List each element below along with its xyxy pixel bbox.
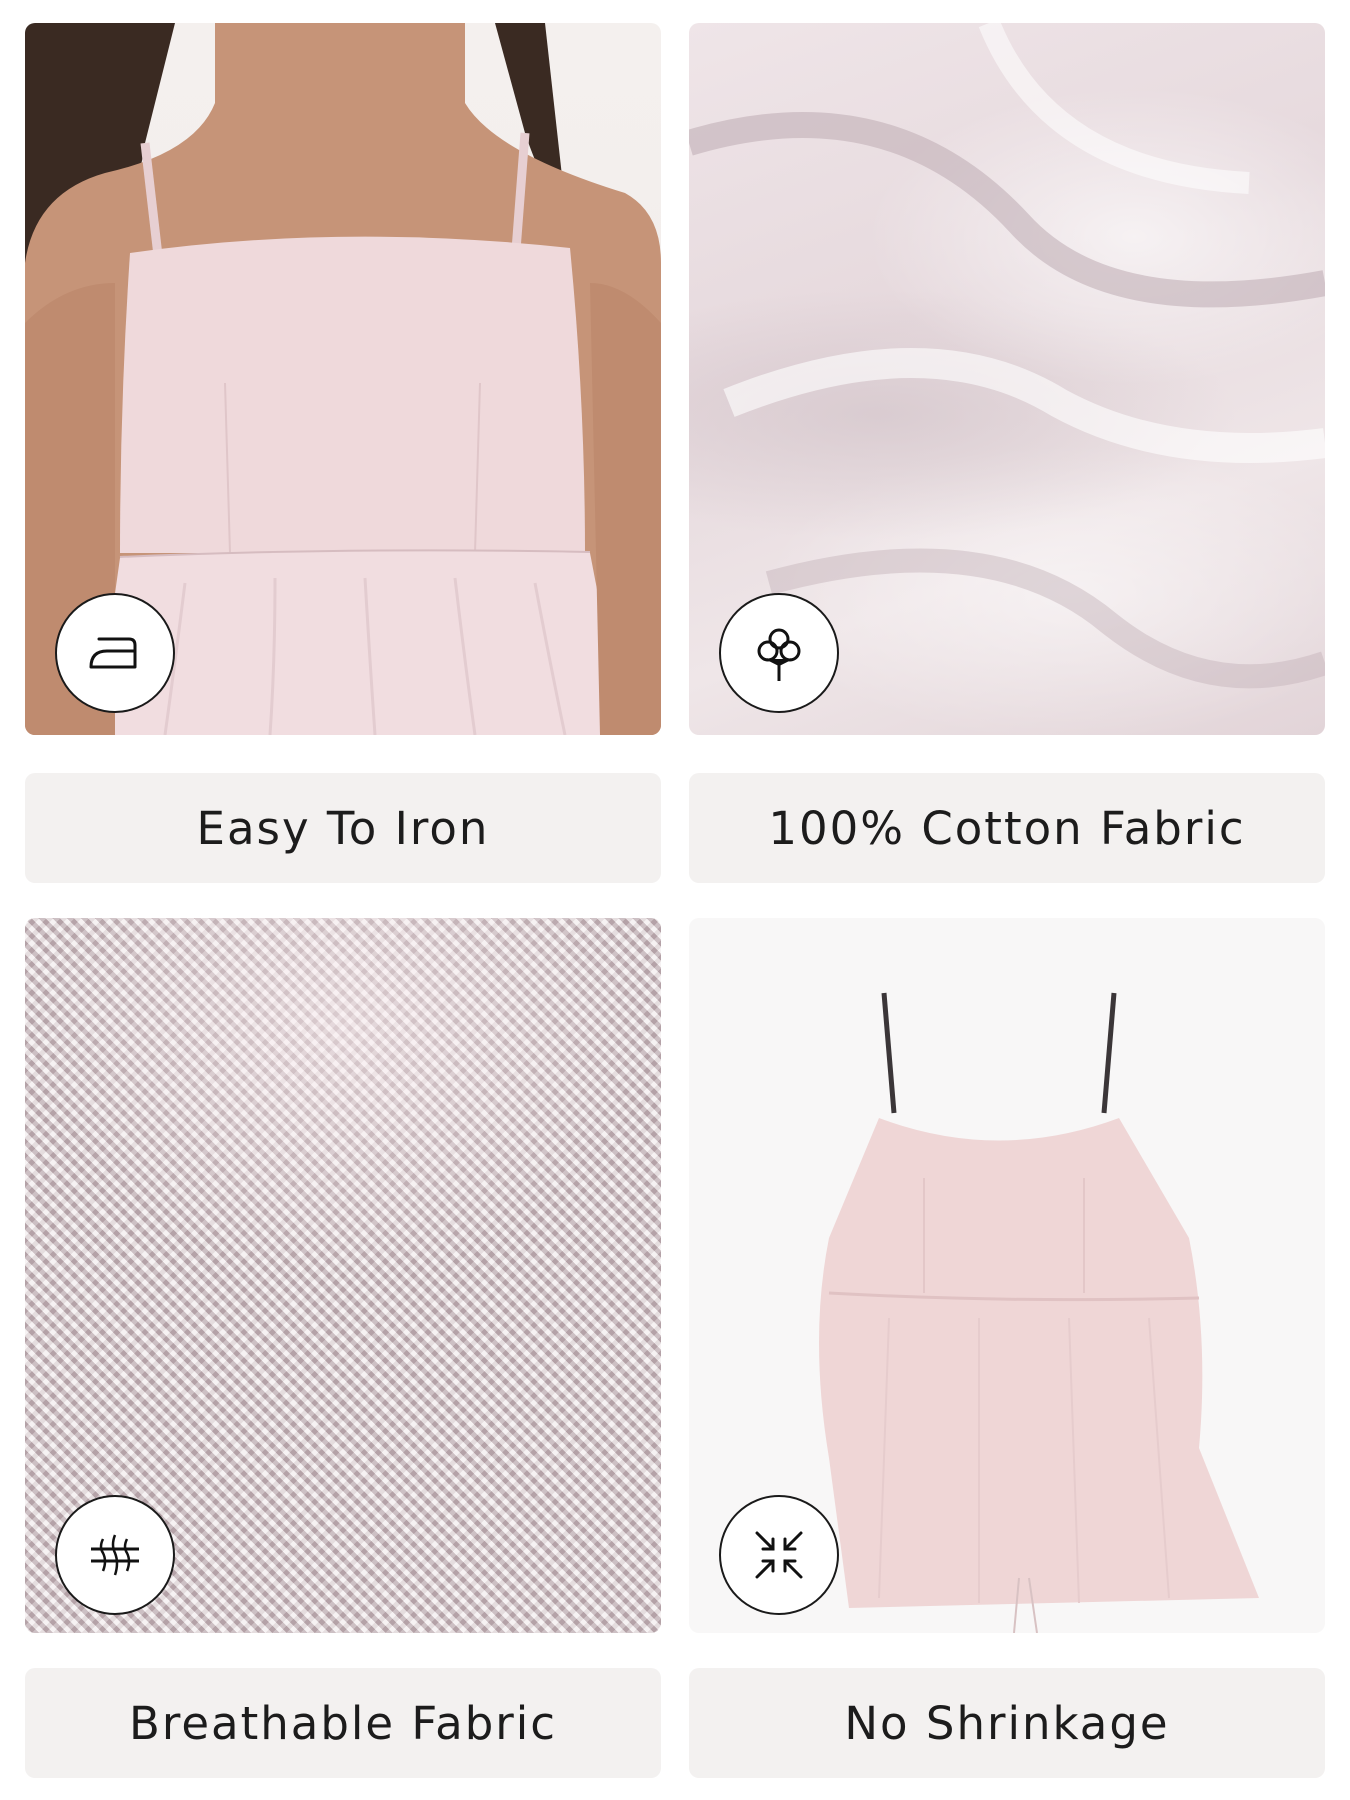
feature-label-breathable-fabric: Breathable Fabric	[25, 1668, 661, 1778]
feature-photo-flat-lay	[689, 918, 1325, 1633]
no-shrinkage-icon-badge	[719, 1495, 839, 1615]
feature-label-no-shrinkage: No Shrinkage	[689, 1668, 1325, 1778]
feature-label-easy-to-iron: Easy To Iron	[25, 773, 661, 883]
feature-photo-model	[25, 23, 661, 735]
iron-icon	[89, 637, 137, 669]
no-shrinkage-arrows-icon	[755, 1531, 803, 1579]
feature-photo-fabric-drape	[689, 23, 1325, 735]
feature-label-cotton-fabric: 100% Cotton Fabric	[689, 773, 1325, 883]
cotton-flower-icon	[757, 628, 801, 681]
iron-icon-badge	[55, 593, 175, 713]
cotton-icon-badge	[719, 593, 839, 713]
breathable-icon-badge	[55, 1495, 175, 1615]
feature-photo-fabric-weave	[25, 918, 661, 1633]
breathable-fabric-icon	[91, 1534, 139, 1576]
